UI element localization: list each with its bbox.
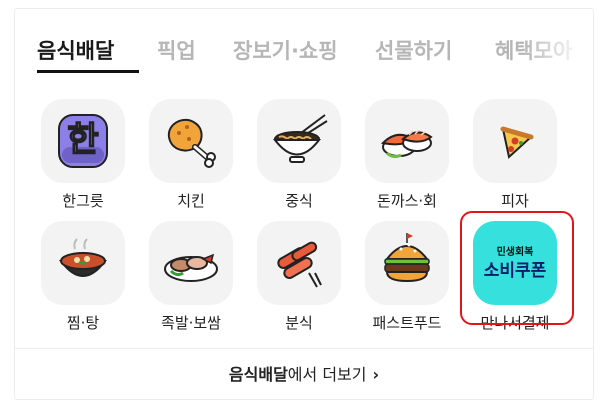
category-label: 중식: [285, 192, 313, 210]
category-tile: [149, 221, 233, 305]
category-donkatsu-sashimi[interactable]: 돈까스·회: [357, 99, 457, 219]
category-tile: [149, 99, 233, 183]
chicken-icon: [167, 118, 216, 168]
han-char: 한: [67, 120, 98, 160]
divider: [15, 348, 593, 349]
category-chicken[interactable]: 치킨: [141, 99, 241, 219]
category-label: 돈까스·회: [377, 192, 437, 210]
burger-icon: [384, 233, 430, 283]
tab-grocery-shopping[interactable]: 장보기·쇼핑: [233, 35, 338, 65]
see-more-text: 에서 더보기: [287, 365, 367, 384]
chevron-right-icon: ›: [372, 365, 380, 384]
category-label: 한그릇: [62, 192, 104, 210]
pork-platter-icon: [164, 253, 218, 282]
category-jjim-tang[interactable]: 찜·탕: [33, 221, 133, 341]
category-hangeureut[interactable]: 한 한그릇: [33, 99, 133, 219]
service-tabs: 음식배달 픽업 장보기·쇼핑 선물하기 혜택모아: [37, 29, 593, 81]
category-bunsik[interactable]: 분식: [249, 221, 349, 341]
food-category-card: 음식배달 픽업 장보기·쇼핑 선물하기 혜택모아 한 한그릇: [14, 8, 594, 400]
category-tile: [257, 99, 341, 183]
highlight-box: [460, 211, 574, 325]
category-label: 패스트푸드: [372, 314, 442, 332]
han-bowl-icon: 한: [58, 114, 108, 168]
category-label: 분식: [285, 314, 313, 332]
category-tile: [257, 221, 341, 305]
tab-gift[interactable]: 선물하기: [375, 35, 452, 65]
see-more-bold: 음식배달: [228, 365, 288, 384]
tab-food-delivery[interactable]: 음식배달: [37, 35, 114, 65]
category-fast-food[interactable]: 패스트푸드: [357, 221, 457, 341]
category-tile: [41, 221, 125, 305]
category-chinese[interactable]: 중식: [249, 99, 349, 219]
tab-pickup[interactable]: 픽업: [157, 35, 196, 65]
category-jokbal-bossam[interactable]: 족발·보쌈: [141, 221, 241, 341]
active-tab-indicator: [37, 70, 139, 73]
category-tile: 한: [41, 99, 125, 183]
see-more-link[interactable]: 음식배달에서 더보기 ›: [15, 361, 593, 385]
tteokbokki-icon: [277, 241, 322, 288]
category-label: 족발·보쌈: [161, 314, 221, 332]
category-tile: [365, 221, 449, 305]
stew-pot-icon: [59, 238, 107, 277]
noodle-bowl-icon: [272, 114, 328, 163]
category-tile: [365, 99, 449, 183]
pizza-icon: [500, 126, 534, 159]
category-tile: [473, 99, 557, 183]
category-label: 피자: [501, 192, 529, 210]
category-label: 찜·탕: [66, 314, 100, 332]
category-label: 치킨: [177, 192, 205, 210]
sushi-icon: [380, 129, 433, 159]
category-pizza[interactable]: 피자: [465, 99, 565, 219]
tabs-fade-overlay: [523, 23, 593, 73]
